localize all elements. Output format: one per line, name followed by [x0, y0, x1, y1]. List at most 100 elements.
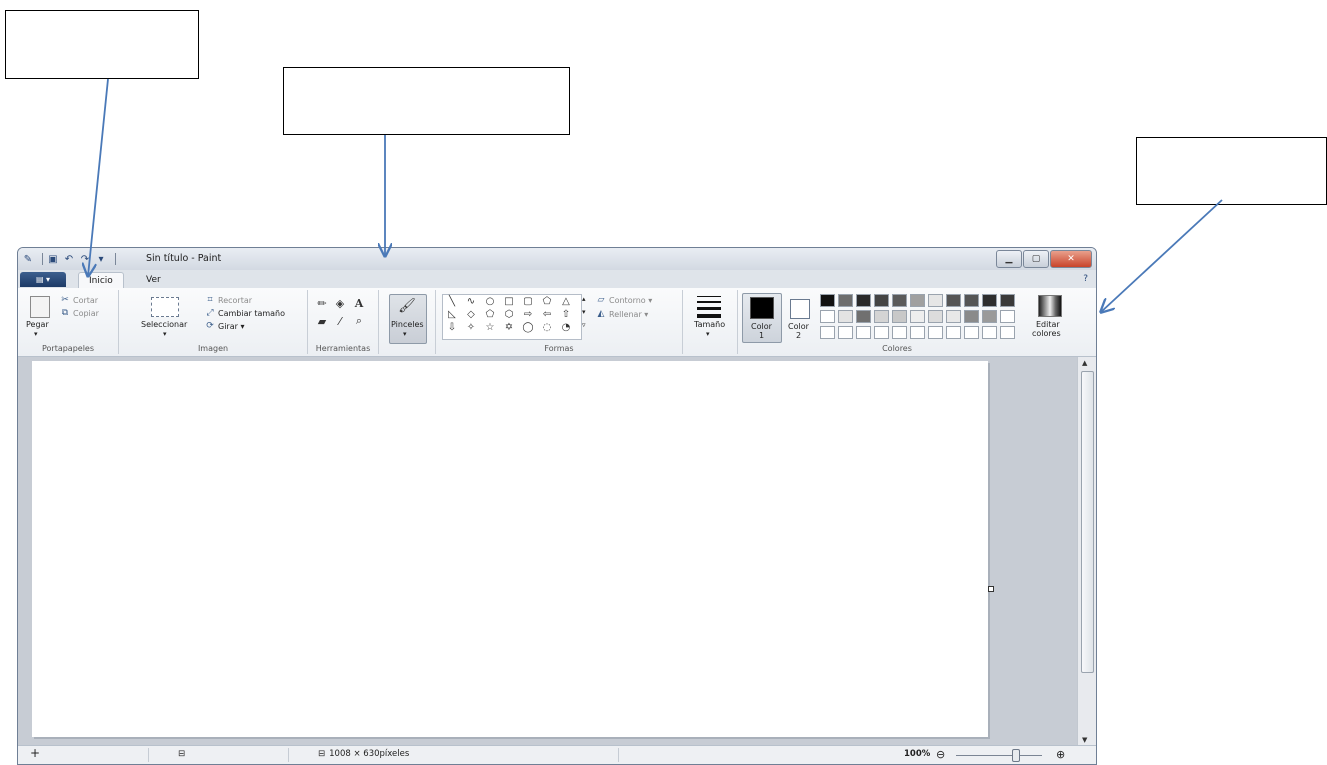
- shape-rounded-rectangle-icon[interactable]: ▢: [522, 296, 534, 307]
- zoom-in-icon[interactable]: ⊕: [1056, 748, 1065, 761]
- shape-hexagon-icon[interactable]: ⬡: [503, 309, 515, 320]
- select-button[interactable]: Seleccionar: [141, 320, 187, 329]
- scrollbar-thumb[interactable]: [1081, 371, 1094, 673]
- crop-button[interactable]: ⌗ Recortar: [205, 295, 252, 305]
- shape-five-point-star-icon[interactable]: ☆: [484, 322, 496, 333]
- color-swatch[interactable]: [874, 294, 889, 307]
- color2-label[interactable]: Color: [788, 322, 809, 331]
- zoom-slider-track[interactable]: [956, 755, 1042, 756]
- color-swatch[interactable]: [892, 310, 907, 323]
- size-button[interactable]: Tamaño: [694, 320, 725, 329]
- color-swatch[interactable]: [928, 310, 943, 323]
- color-swatch[interactable]: [964, 326, 979, 339]
- color-swatch[interactable]: [874, 310, 889, 323]
- close-button[interactable]: ✕: [1050, 250, 1092, 268]
- color-swatch[interactable]: [1000, 310, 1015, 323]
- color-swatch[interactable]: [856, 310, 871, 323]
- fill-bucket-icon[interactable]: ◈: [332, 296, 348, 310]
- tab-inicio[interactable]: Inicio: [78, 272, 124, 289]
- shape-triangle-icon[interactable]: △: [560, 296, 572, 307]
- color-swatch[interactable]: [856, 326, 871, 339]
- tab-ver[interactable]: Ver: [136, 272, 171, 288]
- color-swatch[interactable]: [874, 326, 889, 339]
- selection-icon[interactable]: [151, 297, 179, 317]
- shape-rounded-callout-icon[interactable]: ◯: [522, 322, 534, 333]
- color-swatch[interactable]: [820, 326, 835, 339]
- zoom-slider-thumb[interactable]: [1012, 749, 1020, 762]
- line-size-icon[interactable]: [697, 296, 721, 318]
- fill-button[interactable]: ◭ Rellenar ▾: [596, 309, 649, 319]
- shape-right-triangle-icon[interactable]: ◺: [446, 309, 458, 320]
- shape-up-arrow-icon[interactable]: ⇧: [560, 309, 572, 320]
- minimize-button[interactable]: ▁: [996, 250, 1022, 268]
- rotate-button[interactable]: ⟳ Girar ▾: [205, 321, 244, 331]
- select-dropdown-icon[interactable]: ▾: [163, 330, 167, 338]
- color-swatch[interactable]: [928, 294, 943, 307]
- maximize-button[interactable]: ▢: [1023, 250, 1049, 268]
- color-swatch[interactable]: [946, 294, 961, 307]
- color-swatch[interactable]: [946, 310, 961, 323]
- shapes-scroll-up[interactable]: ▴: [582, 295, 586, 303]
- outline-button[interactable]: ▱ Contorno ▾: [596, 295, 653, 305]
- paste-dropdown-icon[interactable]: ▾: [34, 330, 38, 338]
- paint-app-icon[interactable]: ✎: [22, 253, 34, 265]
- color-swatch[interactable]: [1000, 294, 1015, 307]
- pencil-icon[interactable]: ✏: [314, 296, 330, 310]
- paste-icon[interactable]: [30, 296, 50, 318]
- canvas-resize-handle-right[interactable]: [988, 586, 994, 592]
- shape-oval-callout-icon[interactable]: ◌: [541, 322, 553, 333]
- edit-colors-icon[interactable]: [1038, 295, 1062, 317]
- color-swatch[interactable]: [982, 310, 997, 323]
- shapes-scroll-down[interactable]: ▾: [582, 308, 586, 316]
- color-swatch[interactable]: [838, 294, 853, 307]
- shape-curve-icon[interactable]: ∿: [465, 296, 477, 307]
- magnifier-icon[interactable]: ⌕: [351, 314, 367, 328]
- color-swatch[interactable]: [1000, 326, 1015, 339]
- copy-button[interactable]: ⧉ Copiar: [60, 308, 99, 318]
- color-swatch[interactable]: [838, 310, 853, 323]
- color-swatch[interactable]: [910, 294, 925, 307]
- paste-button[interactable]: Pegar: [26, 320, 49, 329]
- scroll-up-arrow[interactable]: ▲: [1082, 359, 1087, 367]
- save-icon[interactable]: ▣: [47, 253, 59, 265]
- color-picker-icon[interactable]: ⁄: [332, 314, 348, 328]
- vertical-scrollbar[interactable]: ▲ ▼: [1077, 357, 1096, 746]
- shape-diamond-icon[interactable]: ◇: [465, 309, 477, 320]
- help-icon[interactable]: ?: [1083, 274, 1088, 284]
- shape-pentagon-icon[interactable]: ⬠: [484, 309, 496, 320]
- color-swatch[interactable]: [982, 326, 997, 339]
- shapes-expand[interactable]: ▿: [582, 321, 586, 329]
- shape-six-point-star-icon[interactable]: ✡: [503, 322, 515, 333]
- color-swatch[interactable]: [928, 326, 943, 339]
- undo-icon[interactable]: ↶: [63, 253, 75, 265]
- shape-rectangle-icon[interactable]: □: [503, 296, 515, 307]
- color-swatch[interactable]: [910, 326, 925, 339]
- color-swatch[interactable]: [892, 326, 907, 339]
- size-dropdown-icon[interactable]: ▾: [706, 330, 710, 338]
- resize-button[interactable]: ⤢ Cambiar tamaño: [205, 308, 285, 318]
- scroll-down-arrow[interactable]: ▼: [1082, 736, 1087, 744]
- shape-down-arrow-icon[interactable]: ⇩: [446, 322, 458, 333]
- color2-swatch[interactable]: [790, 299, 810, 319]
- color-swatch[interactable]: [838, 326, 853, 339]
- shape-cloud-callout-icon[interactable]: ◔: [560, 322, 572, 333]
- shape-left-arrow-icon[interactable]: ⇦: [541, 309, 553, 320]
- color-swatch[interactable]: [910, 310, 925, 323]
- color-swatch[interactable]: [820, 294, 835, 307]
- redo-icon[interactable]: ↷: [79, 253, 91, 265]
- color-swatch[interactable]: [892, 294, 907, 307]
- color-swatch[interactable]: [946, 326, 961, 339]
- customize-dropdown-icon[interactable]: ▾: [95, 253, 107, 265]
- edit-colors-button[interactable]: Editar: [1036, 320, 1060, 329]
- shape-oval-icon[interactable]: ○: [484, 296, 496, 307]
- shape-four-point-star-icon[interactable]: ✧: [465, 322, 477, 333]
- shape-right-arrow-icon[interactable]: ⇨: [522, 309, 534, 320]
- zoom-out-icon[interactable]: ⊖: [936, 748, 945, 761]
- color-swatch[interactable]: [856, 294, 871, 307]
- paint-menu-button[interactable]: ▤ ▾: [20, 272, 66, 287]
- shape-line-icon[interactable]: ╲: [446, 296, 458, 307]
- text-tool-icon[interactable]: A: [351, 296, 367, 310]
- color-swatch[interactable]: [964, 310, 979, 323]
- color-swatch[interactable]: [820, 310, 835, 323]
- shape-polygon-icon[interactable]: ⬠: [541, 296, 553, 307]
